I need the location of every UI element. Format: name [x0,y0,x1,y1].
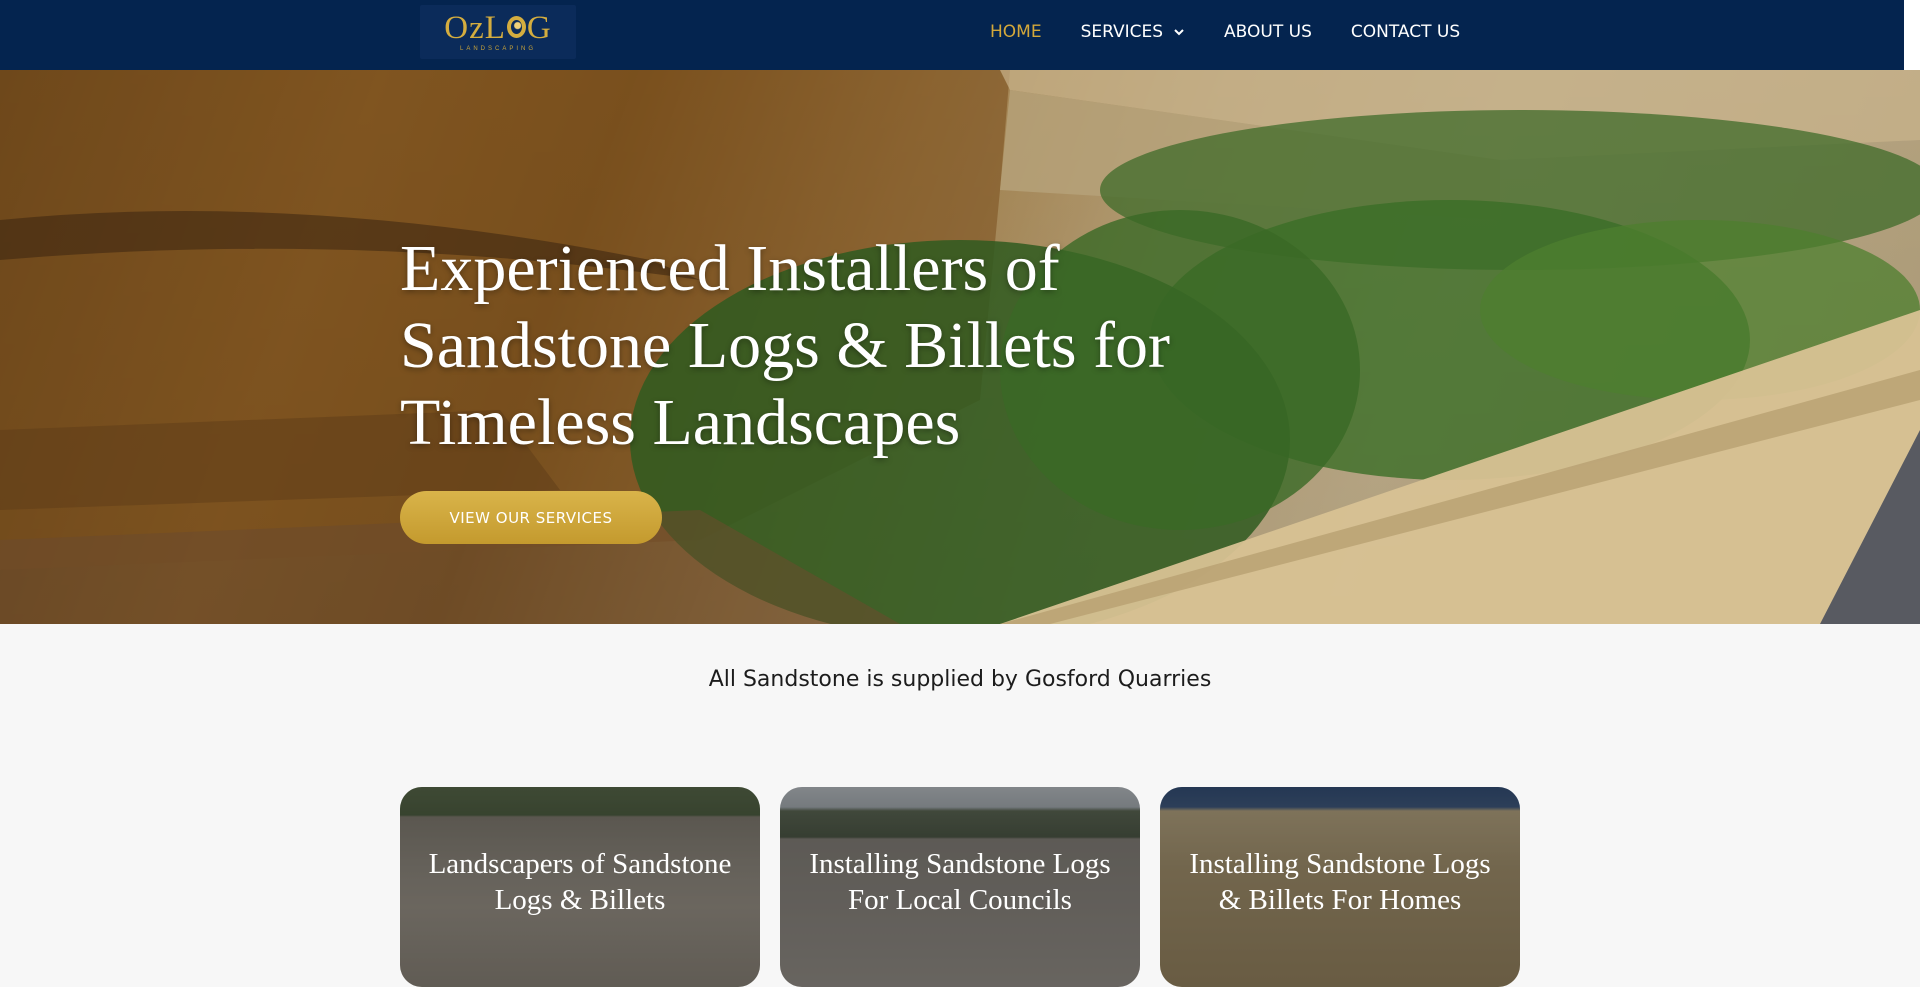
service-card-homes[interactable]: Installing Sandstone Logs & Billets For … [1160,787,1520,987]
service-card-landscapers[interactable]: Landscapers of Sandstone Logs & Billets [400,787,760,987]
ozlog-logo[interactable]: Oz L G LANDSCAPING [420,5,576,59]
hero-heading: Experienced Installers of Sandstone Logs… [400,232,1170,459]
logo-text-g: G [526,10,552,46]
nav-services[interactable]: SERVICES [1081,22,1185,42]
nav-about-us[interactable]: ABOUT US [1224,22,1312,42]
logo-text-oz: Oz [444,10,485,46]
supplier-tagline: All Sandstone is supplied by Gosford Qua… [708,667,1212,692]
nav-about-label: ABOUT US [1224,22,1312,42]
card-title: Landscapers of Sandstone Logs & Billets [428,848,732,916]
card-title: Installing Sandstone Logs & Billets For … [1189,848,1491,916]
nav-home[interactable]: HOME [990,22,1042,42]
nav-contact-us[interactable]: CONTACT US [1351,22,1460,42]
top-navbar: Oz L G LANDSCAPING HOME SERVICES ABOUT US … [0,0,1904,70]
hero-banner: Experienced Installers of Sandstone Logs… [0,70,1920,624]
logo-wordmark: Oz L G [444,10,552,46]
logo-text-l: L [484,10,506,46]
chevron-down-icon [1174,29,1184,36]
nav-contact-label: CONTACT US [1350,22,1461,42]
scrollbar-gutter [1904,0,1920,70]
nav-home-label: HOME [990,22,1042,42]
service-card-local-councils[interactable]: Installing Sandstone Logs For Local Coun… [780,787,1140,987]
main-menu: HOME SERVICES ABOUT US CONTACT US [990,0,1499,64]
nav-services-label: SERVICES [1080,22,1164,42]
logo-o-emblem-icon [506,16,526,38]
logo-subtitle: LANDSCAPING [459,46,536,52]
view-our-services-button[interactable]: VIEW OUR SERVICES [400,491,662,544]
card-title: Installing Sandstone Logs For Local Coun… [809,848,1111,916]
